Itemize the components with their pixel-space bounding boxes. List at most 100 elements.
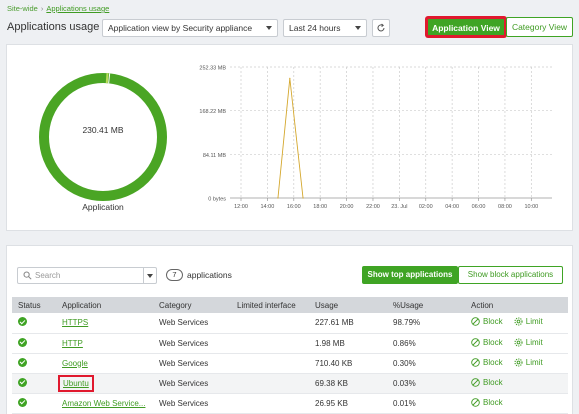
page-title: Applications usage xyxy=(7,21,100,33)
limit-label: Limit xyxy=(525,357,543,367)
table-row: HTTP Web Services 1.98 MB 0.86% Block Li… xyxy=(12,333,568,354)
gear-icon xyxy=(514,317,523,326)
table-row: Amazon Web Service... Web Services 26.95… xyxy=(12,393,568,414)
breadcrumb-separator: › xyxy=(40,4,44,13)
gear-icon xyxy=(514,357,523,367)
x-tick-label: 04:00 xyxy=(445,204,459,210)
application-link[interactable]: Amazon Web Service... xyxy=(62,399,145,408)
block-label: Block xyxy=(483,397,503,407)
block-action[interactable]: Block xyxy=(471,338,503,347)
block-icon xyxy=(471,397,480,407)
limit-action[interactable]: Limit xyxy=(514,317,543,326)
x-tick-label: 23. Jul xyxy=(391,204,407,210)
breadcrumb-root[interactable]: Site-wide xyxy=(7,4,38,13)
percent-usage-cell: 0.01% xyxy=(387,393,465,414)
x-tick-label: 16:00 xyxy=(287,204,301,210)
search-icon xyxy=(23,271,32,280)
x-tick-label: 18:00 xyxy=(313,204,327,210)
percent-usage-cell: 0.30% xyxy=(387,353,465,374)
category-cell: Web Services xyxy=(153,393,231,414)
x-tick-label: 22:00 xyxy=(366,204,380,210)
y-tick-label: 168.22 MB xyxy=(199,109,226,115)
block-action[interactable]: Block xyxy=(471,378,503,387)
table-header-row: Status Application Category Limited inte… xyxy=(12,297,568,313)
application-link[interactable]: Ubuntu xyxy=(58,374,94,392)
breadcrumb-current[interactable]: Applications usage xyxy=(46,4,109,13)
application-view-button[interactable]: Application View xyxy=(426,17,506,37)
block-action[interactable]: Block xyxy=(471,398,503,407)
x-tick-label: 08:00 xyxy=(498,204,512,210)
x-tick-label: 06:00 xyxy=(472,204,486,210)
search-input[interactable]: Search xyxy=(17,267,157,284)
table-row: Ubuntu Web Services 69.38 KB 0.03% Block xyxy=(12,373,568,394)
usage-donut-chart xyxy=(39,73,167,201)
chevron-down-icon xyxy=(266,26,272,30)
category-cell: Web Services xyxy=(153,373,231,394)
category-view-button[interactable]: Category View xyxy=(506,17,573,37)
usage-cell: 26.95 KB xyxy=(309,393,387,414)
percent-usage-cell: 0.86% xyxy=(387,333,465,354)
gear-icon xyxy=(514,337,523,347)
breadcrumb: Site-wide › Applications usage xyxy=(7,4,109,13)
usage-cell: 69.38 KB xyxy=(309,373,387,394)
search-filter-dropdown[interactable] xyxy=(143,268,156,283)
x-tick-label: 14:00 xyxy=(261,204,275,210)
usage-data-point xyxy=(289,77,291,79)
view-select-value: Application view by Security appliance xyxy=(108,23,253,33)
status-ok-icon xyxy=(18,397,27,407)
status-ok-icon xyxy=(18,357,27,367)
category-cell: Web Services xyxy=(153,333,231,354)
chevron-down-icon xyxy=(355,26,361,30)
limit-action[interactable]: Limit xyxy=(514,358,543,367)
status-ok-icon xyxy=(18,337,27,347)
time-range-value: Last 24 hours xyxy=(289,23,341,33)
block-label: Block xyxy=(483,317,503,327)
x-tick-label: 20:00 xyxy=(340,204,354,210)
y-tick-label: 84.11 MB xyxy=(203,153,226,159)
time-range-select[interactable]: Last 24 hours xyxy=(283,19,367,37)
limited-interface-cell xyxy=(231,333,309,354)
block-icon xyxy=(471,377,480,387)
col-status: Status xyxy=(12,297,56,313)
status-ok-icon xyxy=(18,317,27,327)
chevron-down-icon xyxy=(147,274,153,278)
usage-data-point xyxy=(277,197,279,199)
usage-cell: 1.98 MB xyxy=(309,333,387,354)
percent-usage-cell: 98.79% xyxy=(387,313,465,334)
block-label: Block xyxy=(483,357,503,367)
limit-label: Limit xyxy=(525,337,543,347)
col-percent-usage[interactable]: %Usage xyxy=(387,297,465,313)
view-select[interactable]: Application view by Security appliance xyxy=(102,19,278,37)
col-application[interactable]: Application xyxy=(56,297,153,313)
application-link[interactable]: Google xyxy=(62,359,88,368)
col-usage[interactable]: Usage xyxy=(309,297,387,313)
donut-caption: Application xyxy=(82,202,124,212)
application-link[interactable]: HTTPS xyxy=(62,318,88,327)
category-cell: Web Services xyxy=(153,353,231,374)
usage-cell: 227.61 MB xyxy=(309,313,387,334)
donut-segment-minor xyxy=(105,73,109,84)
limited-interface-cell xyxy=(231,393,309,414)
col-action: Action xyxy=(465,297,568,313)
table-row: HTTPS Web Services 227.61 MB 98.79% Bloc… xyxy=(12,313,568,334)
y-tick-label: 0 bytes xyxy=(208,197,226,203)
usage-summary-panel: 230.41 MB Application 0 bytes 84.11 MB 168… xyxy=(6,44,573,231)
application-link[interactable]: HTTP xyxy=(62,339,83,348)
block-label: Block xyxy=(483,337,503,347)
percent-usage-cell: 0.03% xyxy=(387,373,465,394)
show-block-applications-button[interactable]: Show block applications xyxy=(458,266,563,284)
limited-interface-cell xyxy=(231,353,309,374)
show-top-applications-button[interactable]: Show top applications xyxy=(362,266,458,284)
block-icon xyxy=(471,317,480,326)
col-limited-interface: Limited interface xyxy=(231,297,309,313)
x-tick-label: 02:00 xyxy=(419,204,433,210)
x-tick-label: 10:00 xyxy=(524,204,538,210)
block-label: Block xyxy=(483,377,503,387)
block-action[interactable]: Block xyxy=(471,317,503,326)
limit-action[interactable]: Limit xyxy=(514,338,543,347)
refresh-button[interactable] xyxy=(372,19,390,37)
category-cell: Web Services xyxy=(153,313,231,334)
block-action[interactable]: Block xyxy=(471,358,503,367)
col-category[interactable]: Category xyxy=(153,297,231,313)
limited-interface-cell xyxy=(231,313,309,334)
